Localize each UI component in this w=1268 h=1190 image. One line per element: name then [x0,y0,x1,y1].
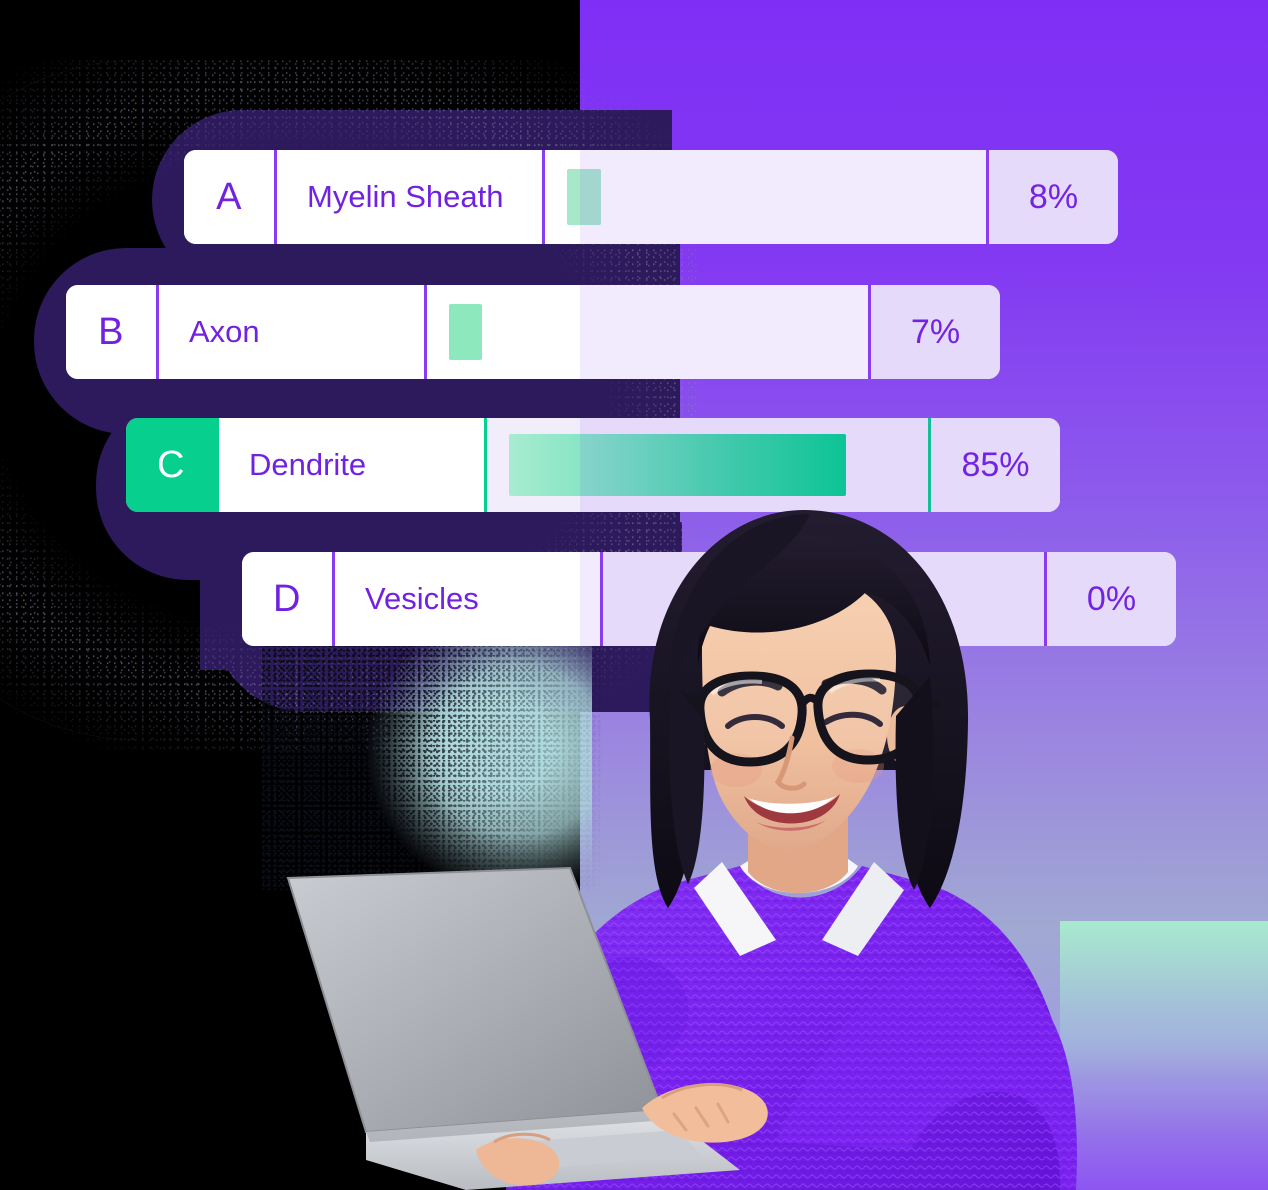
option-bar-track-b [424,285,868,379]
hero-graphic: A Myelin Sheath 8% B Axon 7% C Dendrite … [0,0,1268,1190]
option-label-a: Myelin Sheath [274,150,542,244]
option-bar-fill-b [449,304,482,360]
option-bar-fill-a [567,169,601,225]
result-row-a[interactable]: A Myelin Sheath 8% [184,150,1118,244]
option-letter-a: A [184,150,274,244]
option-percent-b: 7% [868,285,1000,379]
option-letter-c: C [126,418,216,512]
option-bar-track-a [542,150,986,244]
option-label-b: Axon [156,285,424,379]
result-row-b[interactable]: B Axon 7% [66,285,1000,379]
option-letter-b: B [66,285,156,379]
option-percent-a: 8% [986,150,1118,244]
photo-woman-with-laptop [270,470,1090,1190]
background-mint-accent-block [1060,921,1268,1190]
